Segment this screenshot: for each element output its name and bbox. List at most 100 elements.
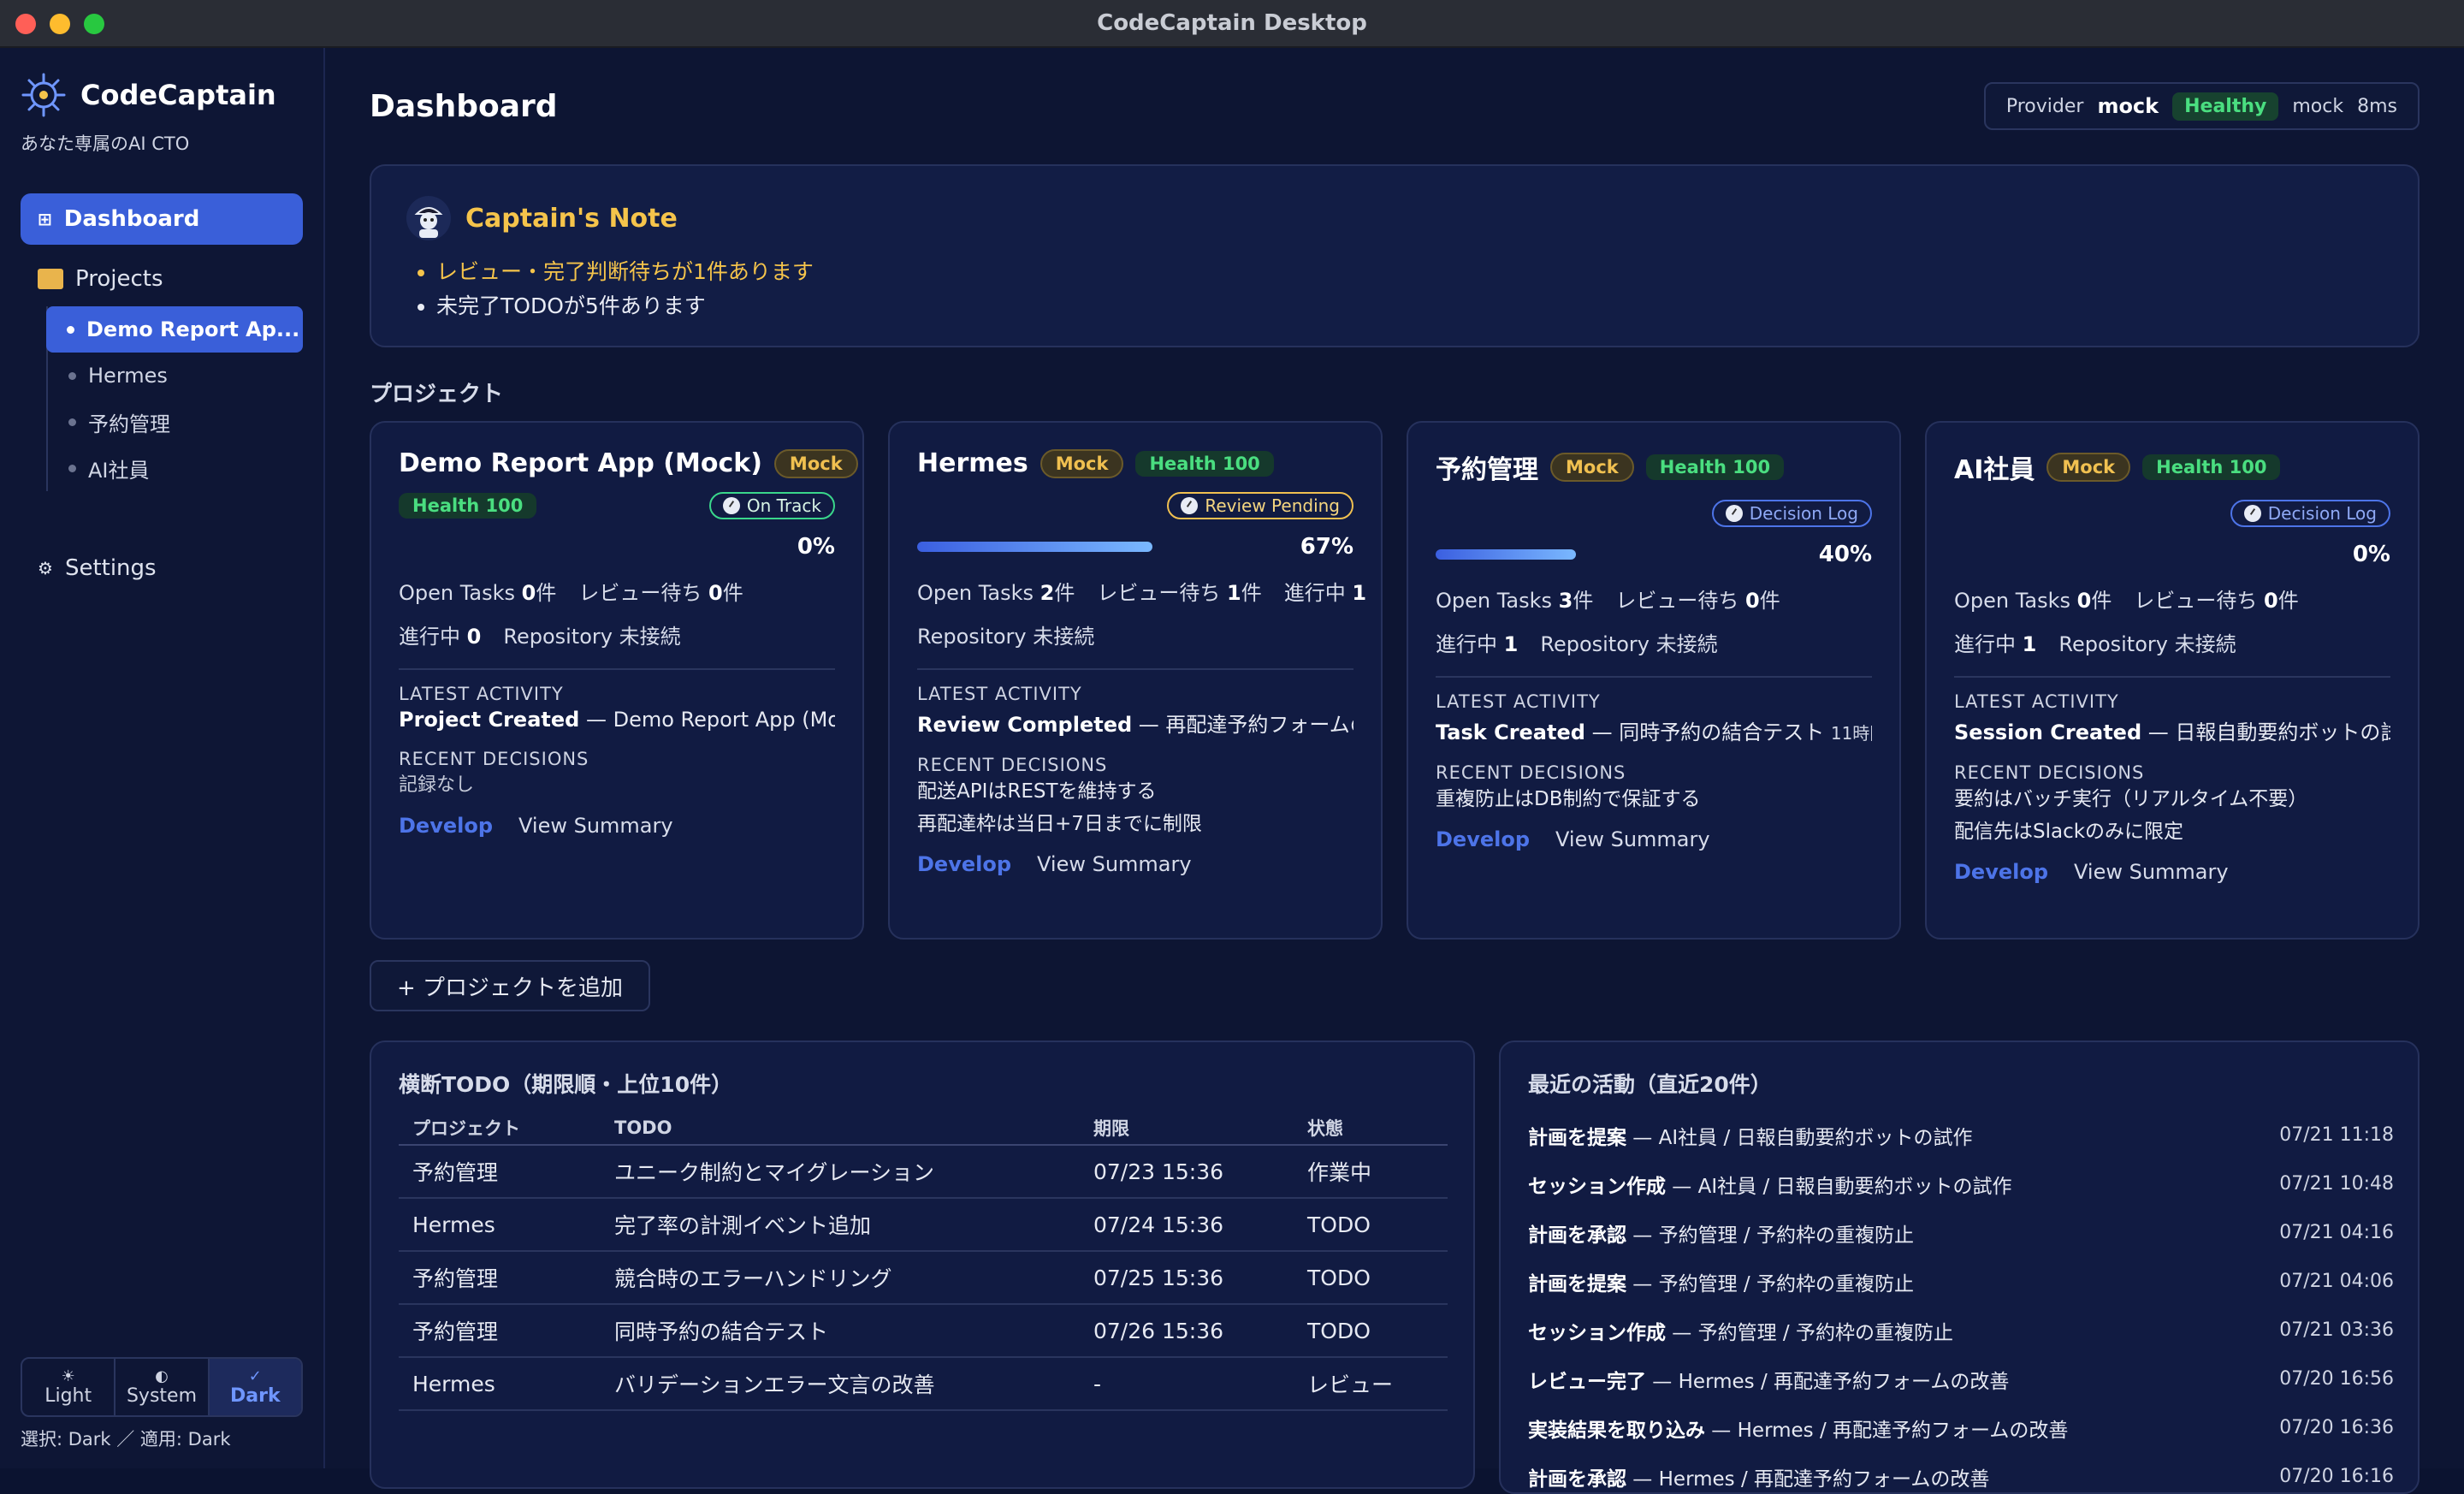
nav-dashboard[interactable]: ⊞ Dashboard [21, 193, 303, 245]
note-list: レビュー・完了判断待ちが1件あります 未完了TODOが5件あります [436, 255, 814, 323]
divider [1436, 676, 1872, 678]
status-chip[interactable]: Decision Log [2230, 500, 2390, 527]
minimize-window-button[interactable] [50, 14, 70, 34]
nav-projects[interactable]: Projects [38, 258, 163, 299]
status-chip[interactable]: On Track [708, 492, 835, 519]
activity-list: 計画を提案 — AI社員 / 日報自動要約ボットの試作 07/21 11:18 セッ… [1528, 1111, 2394, 1492]
table-cell: Hermes [399, 1198, 601, 1252]
brand-tagline: あなた専属のAI CTO [21, 133, 190, 154]
activity-time: 07/20 16:36 [2279, 1417, 2394, 1438]
close-window-button[interactable] [15, 14, 36, 34]
table-cell: 予約管理 [399, 1304, 601, 1358]
latest-activity: Task Created — 同時予約の結合テスト 11時間 [1436, 720, 1872, 744]
table-cell: - [1080, 1357, 1294, 1411]
nav-settings[interactable]: ⚙ Settings [38, 548, 157, 589]
table-row[interactable]: 予約管理 競合時のエラーハンドリング 07/25 15:36 TODO [399, 1251, 1448, 1305]
list-item[interactable]: 計画を提案 — AI社員 / 日報自動要約ボットの試作 07/21 11:18 [1528, 1111, 2394, 1159]
sun-icon: ☀ [61, 1367, 75, 1385]
progress-percent: 0% [797, 534, 835, 560]
table-row[interactable]: 予約管理 ユニーク制約とマイグレーション 07/23 15:36 作業中 [399, 1145, 1448, 1199]
table-cell: バリデーションエラー文言の改善 [601, 1357, 1080, 1411]
view-summary-link[interactable]: View Summary [2074, 860, 2229, 884]
sidebar-project-ai[interactable]: AI社員 [48, 445, 303, 491]
progress: 0% [1954, 539, 2390, 570]
table-cell: 予約管理 [399, 1251, 601, 1305]
mock-badge: Mock [2046, 453, 2131, 482]
theme-light-button[interactable]: ☀ Light [22, 1359, 116, 1415]
list-item[interactable]: 計画を提案 — 予約管理 / 予約枠の重複防止 07/21 04:06 [1528, 1257, 2394, 1306]
helm-logo-icon [21, 73, 66, 117]
list-item[interactable]: 実装結果を取り込み — Hermes / 再配達予約フォームの改善 07/20 1… [1528, 1403, 2394, 1452]
develop-link[interactable]: Develop [917, 852, 1011, 876]
project-card: AI社員 Mock Health 100 Decision Log 0% Ope… [1925, 421, 2420, 940]
stats-line: Open Tasks 0件 レビュー待ち 0件 [399, 581, 743, 605]
nav-settings-label: Settings [64, 555, 157, 581]
sidebar-project-list: Demo Report Ap... Hermes 予約管理 AI社員 [46, 306, 303, 491]
view-summary-link[interactable]: View Summary [518, 814, 673, 838]
table-row[interactable]: Hermes 完了率の計測イベント追加 07/24 15:36 TODO [399, 1198, 1448, 1252]
list-item[interactable]: レビュー完了 — Hermes / 再配達予約フォームの改善 07/20 16:5… [1528, 1355, 2394, 1403]
theme-system-button[interactable]: ◐ System [116, 1359, 210, 1415]
divider [399, 668, 835, 670]
status-chip[interactable]: Review Pending [1167, 492, 1353, 519]
mock-badge: Mock [773, 448, 858, 478]
sidebar: CodeCaptain あなた専属のAI CTO ⊞ Dashboard Pro… [0, 48, 325, 1468]
add-project-button[interactable]: + プロジェクトを追加 [370, 960, 651, 1011]
table-cell: レビュー [1294, 1357, 1448, 1411]
theme-switch: ☀ Light ◐ System ✓ Dark [21, 1357, 303, 1417]
table-row[interactable]: 予約管理 同時予約の結合テスト 07/26 15:36 TODO [399, 1304, 1448, 1358]
develop-link[interactable]: Develop [1436, 827, 1530, 851]
progress-bar [399, 542, 635, 552]
sidebar-project-yoyaku[interactable]: 予約管理 [48, 399, 303, 445]
latest-activity: Review Completed — 再配達予約フォームの改善 [917, 713, 1353, 737]
provider-name: mock [2097, 94, 2159, 118]
gear-icon: ⚙ [38, 558, 53, 578]
theme-dark-button[interactable]: ✓ Dark [209, 1359, 301, 1415]
activity-time: 07/20 16:16 [2279, 1466, 2394, 1487]
maximize-window-button[interactable] [84, 14, 104, 34]
develop-link[interactable]: Develop [399, 814, 493, 838]
latest-activity-label: LATEST ACTIVITY [1954, 691, 2119, 712]
folder-icon [38, 269, 63, 289]
view-summary-link[interactable]: View Summary [1555, 827, 1710, 851]
stats-line: 進行中 0 Repository 未接続 [399, 625, 681, 649]
divider [1954, 676, 2390, 678]
table-cell: 07/23 15:36 [1080, 1145, 1294, 1199]
recent-decisions-label: RECENT DECISIONS [917, 755, 1108, 775]
list-item[interactable]: 計画を承認 — Hermes / 再配達予約フォームの改善 07/20 16:16 [1528, 1452, 2394, 1492]
activity-time: 07/21 04:16 [2279, 1222, 2394, 1243]
todo-table: プロジェクト TODO 期限 状態 予約管理 ユニーク制約とマイグレーション 07/… [399, 1111, 1448, 1411]
list-item[interactable]: セッション作成 — 予約管理 / 予約枠の重複防止 07/21 03:36 [1528, 1306, 2394, 1355]
activity-time: 07/21 10:48 [2279, 1173, 2394, 1195]
projects-section-title: プロジェクト [370, 382, 504, 407]
card-actions: Develop View Summary [399, 814, 835, 838]
project-name: Demo Report App (Mock) [399, 448, 762, 478]
progress-percent: 40% [1818, 542, 1872, 567]
todo-title: 横断TODO（期限順・上位10件） [399, 1072, 733, 1097]
list-item[interactable]: セッション作成 — AI社員 / 日報自動要約ボットの試作 07/21 10:48 [1528, 1159, 2394, 1208]
list-item[interactable]: 計画を承認 — 予約管理 / 予約枠の重複防止 07/21 04:16 [1528, 1208, 2394, 1257]
todo-header-todo: TODO [601, 1111, 1080, 1146]
progress-bar [917, 542, 1153, 552]
progress-percent: 67% [1300, 534, 1353, 560]
sidebar-project-demo[interactable]: Demo Report Ap... [46, 306, 303, 353]
develop-link[interactable]: Develop [1954, 860, 2048, 884]
table-row[interactable]: Hermes バリデーションエラー文言の改善 - レビュー [399, 1357, 1448, 1411]
nav-dashboard-label: Dashboard [63, 206, 200, 232]
sidebar-project-hermes[interactable]: Hermes [48, 353, 303, 399]
table-cell: 完了率の計測イベント追加 [601, 1198, 1080, 1252]
todo-header-status: 状態 [1294, 1111, 1448, 1146]
decision-item: 重複防止はDB制約で保証する [1436, 788, 1701, 810]
health-badge: Health 100 [399, 493, 537, 519]
provider-latency: 8ms [2357, 95, 2397, 117]
table-cell: 同時予約の結合テスト [601, 1304, 1080, 1358]
latest-activity-label: LATEST ACTIVITY [1436, 691, 1601, 712]
activity-time: 07/20 16:56 [2279, 1368, 2394, 1390]
latest-activity: Session Created — 日報自動要約ボットの試作 [1954, 720, 2390, 744]
status-chip[interactable]: Decision Log [1711, 500, 1872, 527]
progress: 0% [399, 531, 835, 562]
clock-icon [2243, 505, 2261, 522]
activity-time: 07/21 11:18 [2279, 1124, 2394, 1146]
view-summary-link[interactable]: View Summary [1037, 852, 1192, 876]
table-cell: 予約管理 [399, 1145, 601, 1199]
